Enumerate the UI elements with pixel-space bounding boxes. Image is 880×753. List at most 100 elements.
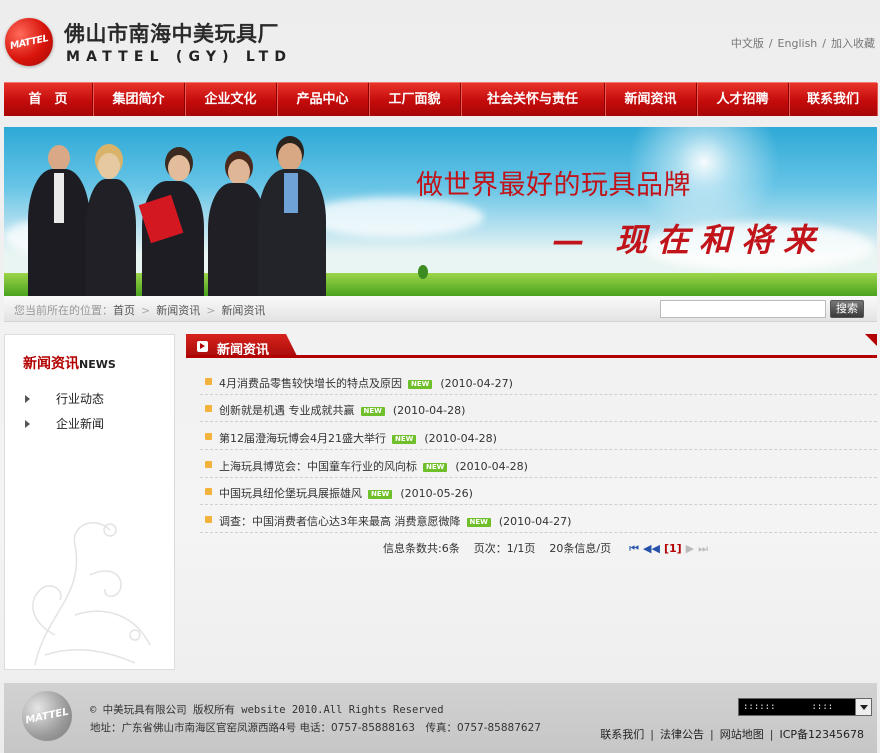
news-title[interactable]: 上海玩具博览会：中国童车行业的风向标 (219, 460, 417, 473)
triangle-right-icon (25, 395, 30, 403)
news-date: (2010-04-28) (392, 404, 466, 417)
current-page[interactable]: [1] (664, 542, 682, 555)
sidebar-item-label: 企业新闻 (56, 417, 105, 431)
news-title[interactable]: 4月消费品零售较快增长的特点及原因 (219, 377, 402, 390)
breadcrumb-bar: 您当前所在的位置：首页 > 新闻资讯 > 新闻资讯 搜索 (4, 296, 877, 322)
search-input[interactable] (660, 300, 826, 318)
next-page-icon: ▶ (685, 542, 695, 555)
news-row[interactable]: 4月消费品零售较快增长的特点及原因 NEW (2010-04-27) (200, 368, 877, 395)
new-badge: NEW (408, 380, 433, 389)
english-version-link[interactable]: English (778, 37, 818, 50)
news-row[interactable]: 第12届澄海玩博会4月21盛大举行 NEW (2010-04-28) (200, 423, 877, 450)
company-logo[interactable]: MATTEL (0, 13, 58, 71)
footer-icp: ICP备12345678 (779, 728, 864, 741)
banner-tree (418, 265, 428, 279)
main-nav: 首 页 集团简介 企业文化 产品中心 工厂面貌 社会关怀与责任 新闻资讯 人才招… (4, 82, 877, 116)
new-badge: NEW (360, 407, 385, 416)
bullet-icon (205, 516, 212, 523)
nav-item-factory[interactable]: 工厂面貌 (369, 83, 461, 116)
nav-item-responsibility[interactable]: 社会关怀与责任 (461, 83, 605, 116)
select-value: :::::: :::: (743, 702, 834, 712)
nav-item-about[interactable]: 集团简介 (93, 83, 185, 116)
top-links: 中文版 / English / 加入收藏 (730, 37, 875, 50)
news-row[interactable]: 创新就是机遇 专业成就共赢 NEW (2010-04-28) (200, 395, 877, 422)
logo-text: MATTEL (8, 32, 50, 52)
bullet-icon (205, 378, 212, 385)
news-date: (2010-04-28) (424, 432, 497, 445)
nav-item-home[interactable]: 首 页 (4, 83, 93, 116)
news-date: (2010-04-27) (440, 377, 513, 390)
sidebar-item-company-news[interactable]: 企业新闻 (25, 415, 104, 432)
news-date: (2010-04-28) (455, 460, 528, 473)
nav-item-contact[interactable]: 联系我们 (789, 83, 877, 116)
footer-link-contact[interactable]: 联系我们 (600, 728, 644, 741)
sidebar: 新闻资讯NEWS 行业动态 企业新闻 (4, 334, 175, 670)
pager-page: 页次：1/1页 (473, 542, 536, 555)
news-date: (2010-05-26) (400, 487, 473, 500)
pager-total: 信息条数共:6条 (383, 542, 460, 555)
new-badge: NEW (368, 490, 393, 499)
footer-link-sitemap[interactable]: 网站地图 (720, 728, 764, 741)
content-header: 新闻资讯 (186, 334, 877, 360)
hero-banner: 做世界最好的玩具品牌 — 现在和将来 (4, 127, 877, 296)
floral-decoration (32, 522, 151, 665)
breadcrumb-current: 新闻资讯 (221, 304, 266, 317)
breadcrumb-news[interactable]: 新闻资讯 (156, 304, 200, 317)
new-badge: NEW (392, 435, 417, 444)
bullet-icon (205, 405, 212, 412)
sidebar-item-industry-news[interactable]: 行业动态 (25, 390, 104, 407)
footer: MATTEL © 中美玩具有限公司 版权所有 website 2010.All … (4, 683, 877, 753)
bullet-icon (205, 461, 212, 468)
arrow-right-icon (197, 341, 208, 352)
add-favorite-link[interactable]: 加入收藏 (831, 37, 875, 50)
footer-link-legal[interactable]: 法律公告 (660, 728, 704, 741)
breadcrumb-home[interactable]: 首页 (113, 304, 135, 317)
content-header-corner (865, 334, 877, 346)
footer-address: 地址：广东省佛山市南海区官窑凤源西路4号 电话：0757-85888163 传真… (90, 722, 541, 734)
banner-people (22, 137, 332, 296)
news-title[interactable]: 中国玩具纽伦堡玩具展振雄风 (219, 487, 362, 500)
first-page-icon[interactable]: ⏮ (629, 542, 639, 555)
news-row[interactable]: 中国玩具纽伦堡玩具展振雄风 NEW (2010-05-26) (200, 478, 877, 505)
news-title[interactable]: 创新就是机遇 专业成就共赢 (219, 404, 355, 417)
nav-item-jobs[interactable]: 人才招聘 (697, 83, 789, 116)
sidebar-title-cn: 新闻资讯 (23, 356, 79, 372)
news-title[interactable]: 第12届澄海玩博会4月21盛大举行 (219, 432, 386, 445)
pagination: 信息条数共:6条 页次：1/1页 20条信息/页 ⏮ ◀◀ [1] ▶ ⏭ (383, 540, 708, 556)
new-badge: NEW (466, 518, 491, 527)
footer-copyright: © 中美玩具有限公司 版权所有 website 2010.All Rights … (90, 704, 444, 716)
banner-slogan-line2: — 现在和将来 (552, 221, 826, 259)
search-button[interactable]: 搜索 (830, 300, 864, 318)
new-badge: NEW (423, 463, 448, 472)
sidebar-title-en: NEWS (79, 358, 116, 371)
company-name-cn: 佛山市南海中美玩具厂 (64, 22, 279, 46)
nav-item-culture[interactable]: 企业文化 (185, 83, 277, 116)
news-row[interactable]: 上海玩具博览会：中国童车行业的风向标 NEW (2010-04-28) (200, 451, 877, 478)
prev-page-icon[interactable]: ◀◀ (643, 542, 660, 555)
friendly-links-select[interactable]: :::::: :::: (738, 698, 872, 716)
news-title[interactable]: 调查：中国消费者信心达3年来最高 消费意愿微降 (219, 515, 461, 528)
footer-links: 联系我们 | 法律公告 | 网站地图 | ICP备12345678 (600, 728, 864, 741)
last-page-icon: ⏭ (698, 542, 709, 555)
nav-item-products[interactable]: 产品中心 (277, 83, 369, 116)
news-row[interactable]: 调查：中国消费者信心达3年来最高 消费意愿微降 NEW (2010-04-27) (200, 506, 877, 533)
footer-logo-text: MATTEL (24, 706, 70, 726)
breadcrumb: 您当前所在的位置：首页 > 新闻资讯 > 新闻资讯 (14, 302, 265, 318)
nav-item-news[interactable]: 新闻资讯 (605, 83, 697, 116)
breadcrumb-chevron-icon: > (141, 304, 151, 317)
pager-per-page: 20条信息/页 (549, 542, 612, 555)
breadcrumb-prefix: 您当前所在的位置： (14, 304, 113, 317)
chinese-version-link[interactable]: 中文版 (731, 37, 764, 50)
footer-logo: MATTEL (17, 686, 77, 746)
bullet-icon (205, 488, 212, 495)
company-name-en: MATTEL (GY) LTD (66, 49, 293, 65)
bullet-icon (205, 433, 212, 440)
triangle-right-icon (25, 420, 30, 428)
breadcrumb-chevron-icon: > (206, 304, 216, 317)
sidebar-title: 新闻资讯NEWS (23, 353, 116, 373)
sidebar-item-label: 行业动态 (56, 392, 105, 406)
content-header-line (186, 355, 877, 358)
chevron-down-icon[interactable] (855, 699, 871, 715)
banner-slogan-line1: 做世界最好的玩具品牌 (416, 170, 691, 201)
news-date: (2010-04-27) (498, 515, 572, 528)
